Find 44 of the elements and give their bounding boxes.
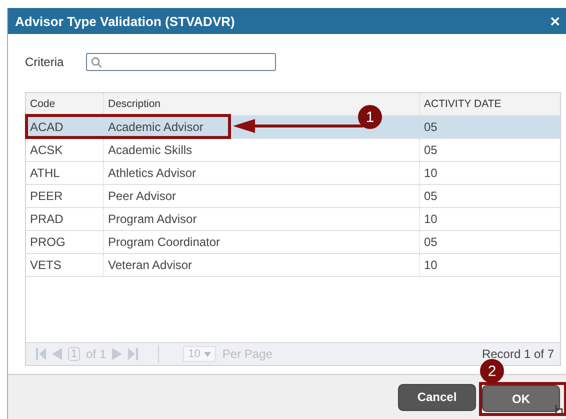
table-cell: VETS <box>26 254 104 276</box>
table-row[interactable]: VETS Veteran Advisor 10 <box>26 254 560 277</box>
table-row[interactable]: ATHL Athletics Advisor 10 <box>26 162 560 185</box>
record-count: Record 1 of 7 <box>482 347 554 361</box>
table-cell: PROG <box>26 231 104 253</box>
first-page-icon[interactable] <box>36 348 46 360</box>
table-row[interactable]: ACSK Academic Skills 05 <box>26 139 560 162</box>
next-page-icon[interactable] <box>112 348 122 360</box>
table-cell: Athletics Advisor <box>104 162 420 184</box>
table-cell: Program Advisor <box>104 208 420 230</box>
table-cell: Veteran Advisor <box>104 254 420 276</box>
per-page-label: Per Page <box>222 347 272 361</box>
ok-button[interactable]: OK <box>482 385 560 412</box>
table-cell: Program Coordinator <box>104 231 420 253</box>
cancel-button[interactable]: Cancel <box>398 384 476 410</box>
cursor-icon <box>554 404 564 416</box>
table-cell-text: 05 <box>423 119 438 136</box>
table-cell: ATHL <box>26 162 104 184</box>
criteria-label: Criteria <box>25 55 64 69</box>
caret-icon <box>204 352 212 356</box>
table-cell-text: 10 <box>423 165 438 182</box>
column-header[interactable]: ACTIVITY DATE <box>420 93 560 115</box>
table-cell: ACAD <box>26 116 104 138</box>
table-cell-text: 05 <box>423 234 438 251</box>
table-cell-text: 10 <box>423 257 438 274</box>
table-cell: PEER <box>26 185 104 207</box>
close-button[interactable]: × <box>550 12 560 30</box>
table-row[interactable]: PROG Program Coordinator 05 <box>26 231 560 254</box>
search-icon <box>90 56 102 68</box>
table-cell: Academic Skills <box>104 139 420 161</box>
table-row[interactable]: PRAD Program Advisor 10 <box>26 208 560 231</box>
table-cell: PRAD <box>26 208 104 230</box>
previous-page-icon[interactable] <box>52 348 62 360</box>
last-page-icon[interactable] <box>128 348 138 360</box>
column-header[interactable]: Code <box>26 93 104 115</box>
window-title: Advisor Type Validation (STVADVR) <box>15 14 235 28</box>
criteria-field[interactable] <box>86 53 276 71</box>
table-cell-text: 05 <box>423 188 438 205</box>
table-cell-text: 10 <box>423 211 438 228</box>
table-cell: Peer Advisor <box>104 185 420 207</box>
table-cell-text: 05 <box>423 142 438 159</box>
page-count: of 1 <box>86 347 106 361</box>
table-row[interactable]: PEER Peer Advisor 05 <box>26 185 560 208</box>
table-cell: ACSK <box>26 139 104 161</box>
